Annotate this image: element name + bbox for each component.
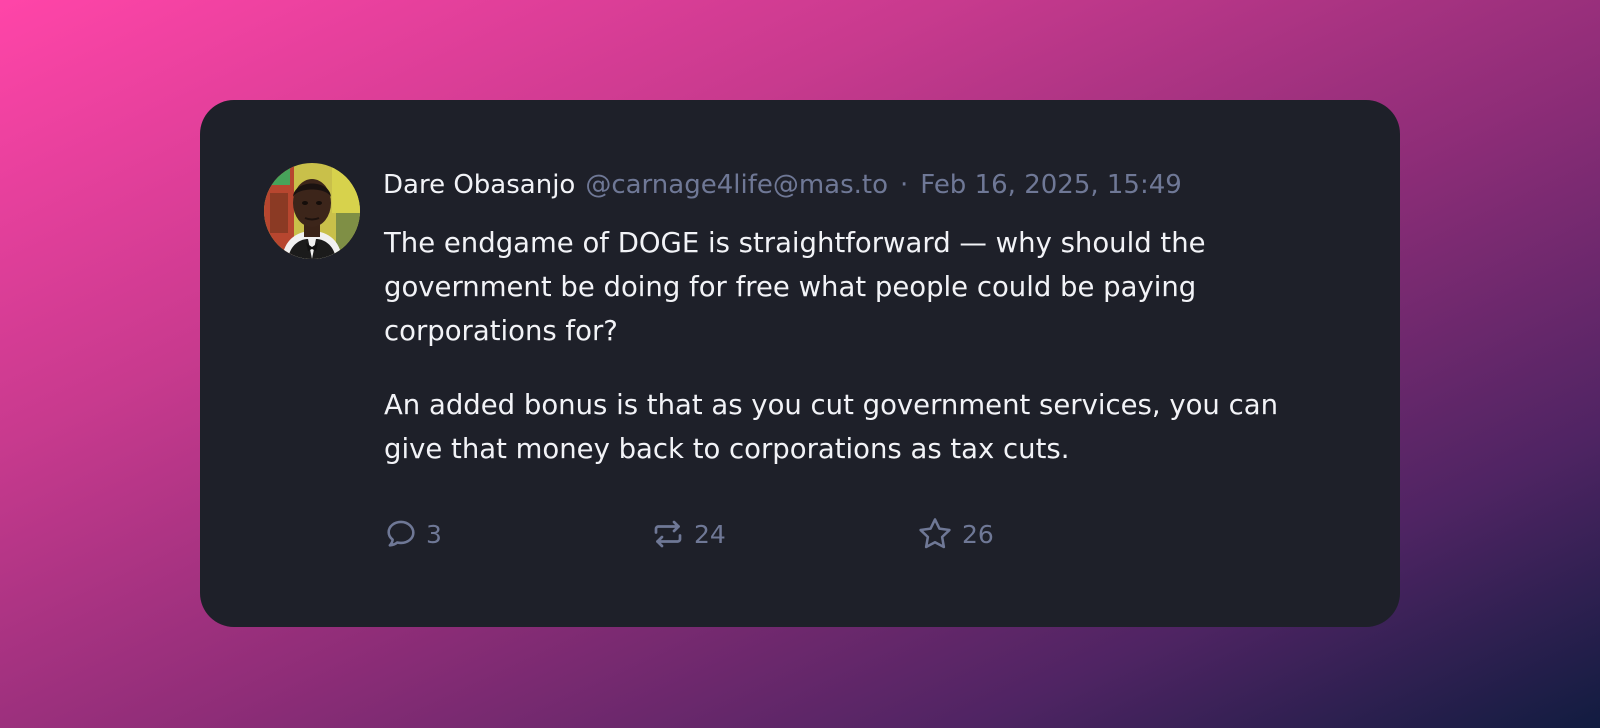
header-separator: · [900,170,909,200]
author-display-name[interactable]: Dare Obasanjo [383,170,575,200]
reply-button[interactable]: 3 [384,514,442,554]
post-card: Dare Obasanjo @carnage4life@mas.to · Feb 16… [200,100,1400,627]
avatar[interactable] [264,163,360,259]
reply-count: 3 [426,519,442,549]
boost-button[interactable]: 24 [650,514,726,554]
post-paragraph: An added bonus is that as you cut govern… [384,389,1279,465]
author-handle[interactable]: @carnage4life@mas.to [585,170,888,200]
favourite-count: 26 [962,519,994,549]
post-paragraph: The endgame of DOGE is straightforward —… [384,227,1206,347]
repost-arrows-icon [650,516,686,552]
post-content: The endgame of DOGE is straightforward —… [384,221,1314,501]
speech-bubble-icon [384,517,418,551]
star-icon [916,515,954,553]
favourite-button[interactable]: 26 [916,514,994,554]
post-timestamp[interactable]: Feb 16, 2025, 15:49 [920,170,1182,200]
boost-count: 24 [694,519,726,549]
avatar-image [264,163,360,259]
post-header: Dare Obasanjo @carnage4life@mas.to · Feb 16… [383,167,1182,203]
